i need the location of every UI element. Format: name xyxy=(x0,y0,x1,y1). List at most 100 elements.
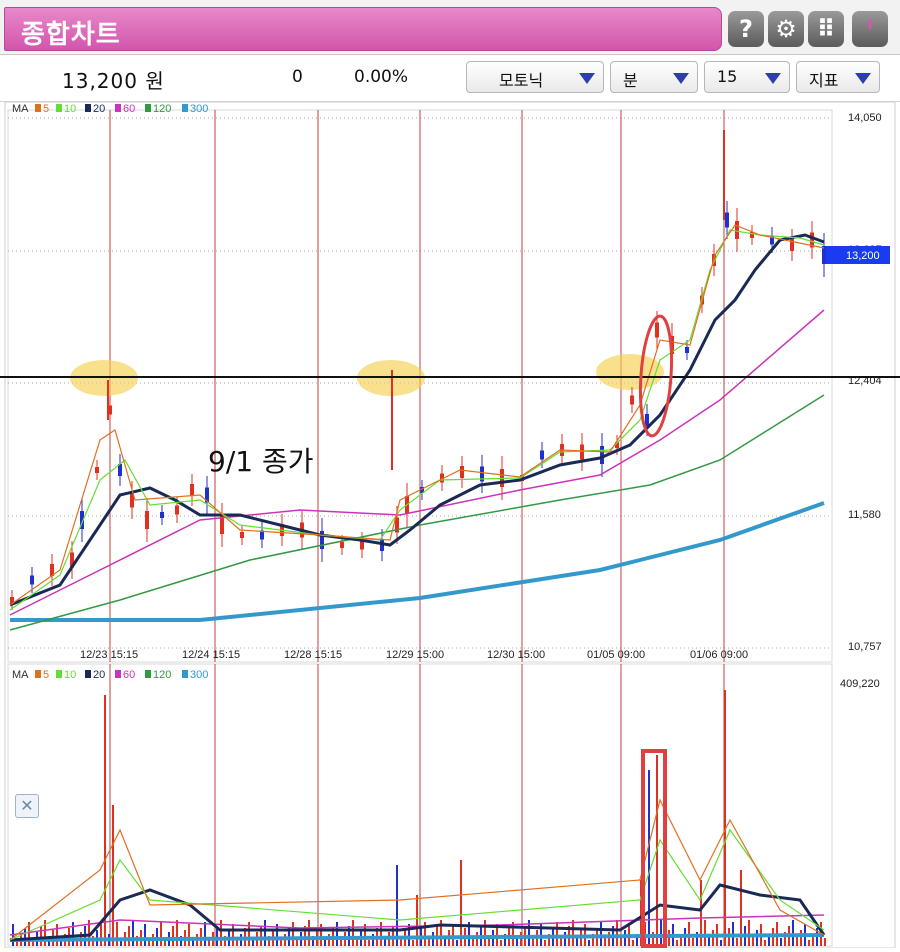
legend-ma300: 300 xyxy=(190,103,208,115)
price-change-percent: 0.00% xyxy=(354,67,409,87)
volume-bar xyxy=(724,690,726,946)
stock-select[interactable]: 모토닉 xyxy=(466,61,604,93)
legend-ma120: 120 xyxy=(153,669,171,681)
volume-bar xyxy=(616,920,618,946)
volume-bar xyxy=(712,930,714,946)
price-candle xyxy=(190,484,194,496)
legend-swatch xyxy=(56,670,62,678)
title-bar: 종합차트 ? ⚙ ⠿ ⁱ xyxy=(0,0,900,55)
volume-bar xyxy=(668,930,670,946)
volume-bar xyxy=(520,932,522,946)
legend-ma20: 20 xyxy=(93,669,105,681)
chevron-down-icon xyxy=(673,73,689,84)
x-tick-label: 12/29 15:00 xyxy=(386,649,444,661)
legend-ma60: 60 xyxy=(123,669,135,681)
volume-bar xyxy=(780,938,782,946)
quote-toolbar: 13,200 원 0 0.00% 모토닉 분 15 지표 xyxy=(0,55,900,102)
volume-bar xyxy=(264,920,266,946)
chevron-down-icon xyxy=(765,73,781,84)
help-button[interactable]: ? xyxy=(728,11,764,47)
close-icon: ✕ xyxy=(20,796,34,815)
volume-bar xyxy=(172,926,174,946)
volume-bar xyxy=(412,940,414,946)
legend-swatch xyxy=(85,104,91,112)
grid-button[interactable]: ⠿ xyxy=(808,11,844,47)
volume-bar xyxy=(456,940,458,946)
settings-button[interactable]: ⚙ xyxy=(768,11,804,47)
volume-bar xyxy=(588,940,590,946)
volume-bar xyxy=(608,932,610,946)
price-candle xyxy=(220,516,224,534)
current-price: 13,200 원 xyxy=(62,69,165,93)
volume-bar xyxy=(796,936,798,946)
volume-bar xyxy=(40,926,42,946)
volume-bar xyxy=(100,924,102,946)
volume-bar xyxy=(736,938,738,946)
volume-bar xyxy=(544,940,546,946)
price-candle xyxy=(95,467,99,473)
x-tick-label: 12/23 15:15 xyxy=(80,649,138,661)
price-candle xyxy=(460,466,464,478)
volume-bar xyxy=(676,940,678,946)
info-icon: ⁱ xyxy=(867,15,873,43)
period-select-value: 분 xyxy=(623,71,638,90)
period-select[interactable]: 분 xyxy=(610,61,698,93)
volume-bar xyxy=(500,940,502,946)
window-title: 종합차트 xyxy=(21,20,121,50)
price-change: 0 xyxy=(292,67,303,87)
volume-bar xyxy=(692,938,694,946)
volume-bar xyxy=(308,920,310,946)
price-candle xyxy=(340,542,344,548)
legend-ma20: 20 xyxy=(93,103,105,115)
price-candle xyxy=(630,395,634,405)
volume-bar xyxy=(824,938,826,946)
volume-bar xyxy=(560,938,562,946)
volume-bar xyxy=(232,924,234,946)
gear-icon: ⚙ xyxy=(775,15,797,43)
legend-ma120: 120 xyxy=(153,103,171,115)
volume-bar xyxy=(808,940,810,946)
chart-area[interactable]: MA 5 10 20 60 120 300 MA 5 10 20 60 120 xyxy=(0,101,900,949)
interval-select[interactable]: 15 xyxy=(704,61,790,93)
volume-bar xyxy=(632,940,634,946)
volume-bar xyxy=(192,940,194,946)
y-tick-label: 11,580 xyxy=(848,509,881,521)
volume-bar xyxy=(56,924,58,946)
y-tick-label: 10,757 xyxy=(848,641,882,653)
volume-bar xyxy=(280,940,282,946)
price-candle xyxy=(145,511,149,529)
legend-swatch xyxy=(182,104,188,112)
legend-swatch xyxy=(115,104,121,112)
legend-ma60: 60 xyxy=(123,103,135,115)
chart-canvas[interactable]: MA 5 10 20 60 120 300 MA 5 10 20 60 120 xyxy=(0,101,900,949)
indicator-select[interactable]: 지표 xyxy=(796,61,880,93)
price-candle xyxy=(725,212,729,228)
volume-bar xyxy=(604,938,606,946)
legend-ma5: 5 xyxy=(43,669,49,681)
legend-swatch xyxy=(35,670,41,678)
legend-swatch xyxy=(56,104,62,112)
volume-bar xyxy=(764,940,766,946)
volume-bar xyxy=(660,920,662,946)
volume-bar xyxy=(132,920,134,946)
volume-bar xyxy=(160,922,162,946)
volume-bar xyxy=(484,920,486,946)
legend-swatch xyxy=(145,104,151,112)
legend-swatch xyxy=(85,670,91,678)
volume-bar xyxy=(564,932,566,946)
legend-ma-label: MA xyxy=(12,103,29,115)
volume-bar xyxy=(236,940,238,946)
indicator-select-value: 지표 xyxy=(809,71,839,90)
volume-bar xyxy=(292,922,294,946)
reference-close-label: 9/1 종가 xyxy=(208,445,314,478)
price-candle xyxy=(540,450,544,460)
legend-swatch xyxy=(115,670,121,678)
close-volume-pane-button[interactable]: ✕ xyxy=(15,794,39,818)
volume-bar xyxy=(572,920,574,946)
volume-bar xyxy=(800,930,802,946)
price-candle xyxy=(175,505,179,515)
volume-max-label: 409,220 xyxy=(840,678,880,690)
price-candle xyxy=(580,444,584,460)
volume-bar xyxy=(704,920,706,946)
info-button[interactable]: ⁱ xyxy=(852,11,888,47)
